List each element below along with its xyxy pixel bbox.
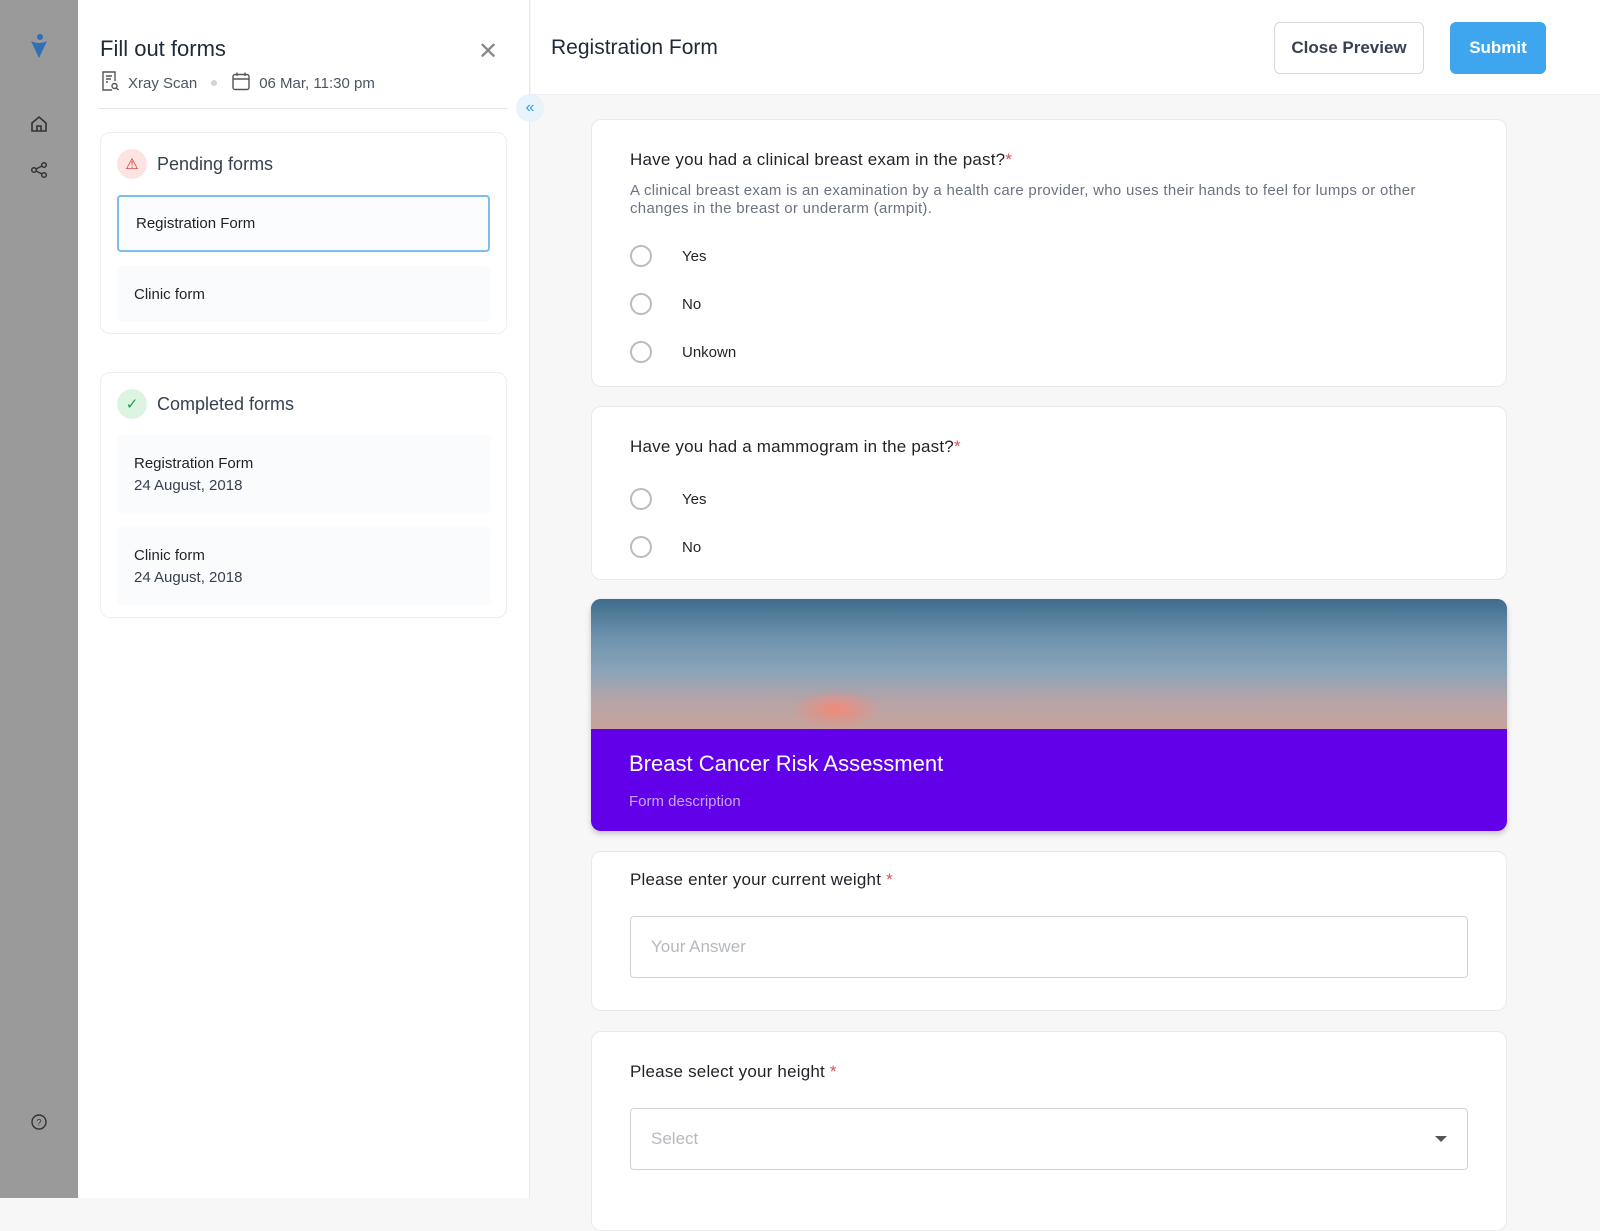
form-label: Registration Form — [134, 454, 254, 472]
required-marker: * — [829, 1062, 837, 1081]
completed-form-item[interactable]: Clinic form 24 August, 2018 — [117, 527, 490, 605]
question-card: Have you had a mammogram in the past?* Y… — [591, 406, 1507, 580]
appointment-datetime: 06 Mar, 11:30 pm — [259, 74, 375, 92]
panel-title: Fill out forms — [100, 36, 226, 61]
form-label: Clinic form — [134, 546, 205, 564]
form-banner: Breast Cancer Risk Assessment Form descr… — [591, 599, 1507, 831]
select-placeholder: Select — [651, 1129, 699, 1148]
completed-forms-title: Completed forms — [157, 393, 295, 414]
question-label: Have you had a mammogram in the past? — [630, 437, 954, 456]
chevron-down-icon — [1435, 1136, 1447, 1142]
forms-panel: Fill out forms ✕ Xray Scan 06 Mar, 11:30… — [78, 0, 530, 1198]
radio-option[interactable]: Unkown — [630, 328, 1468, 376]
option-label: Yes — [682, 490, 707, 508]
radio-circle[interactable] — [630, 341, 652, 363]
radio-circle[interactable] — [630, 245, 652, 267]
required-marker: * — [886, 870, 893, 889]
separator-dot — [211, 80, 218, 86]
exam-type: Xray Scan — [128, 74, 198, 92]
question-card: Have you had a clinical breast exam in t… — [591, 119, 1507, 387]
question-text: Have you had a mammogram in the past?* — [630, 437, 1468, 457]
nav-rail: ? — [0, 0, 78, 1198]
option-label: Yes — [682, 247, 707, 265]
close-preview-button[interactable]: Close Preview — [1274, 22, 1424, 74]
weight-question-card: Please enter your current weight * — [591, 851, 1507, 1011]
pending-form-item[interactable]: Clinic form — [117, 266, 490, 322]
logo-icon — [27, 34, 51, 58]
radio-option[interactable]: Yes — [630, 232, 1468, 280]
completed-form-item[interactable]: Registration Form 24 August, 2018 — [117, 435, 490, 513]
height-select[interactable]: Select — [630, 1108, 1468, 1170]
question-description: A clinical breast exam is an examination… — [630, 182, 1416, 217]
share-icon[interactable] — [27, 158, 51, 182]
question-label: Have you had a clinical breast exam in t… — [630, 150, 1006, 169]
radio-option[interactable]: No — [630, 280, 1468, 328]
required-marker: * — [953, 437, 961, 456]
banner-description: Form description — [629, 793, 741, 810]
option-label: No — [682, 295, 702, 313]
height-question-card: Please select your height * Select — [591, 1031, 1507, 1231]
question-label: Please enter your current weight — [630, 870, 882, 889]
weight-input[interactable] — [630, 916, 1468, 978]
pending-form-item[interactable]: Registration Form — [117, 195, 490, 252]
calendar-icon — [231, 71, 251, 95]
question-text: Please enter your current weight * — [630, 870, 1468, 890]
required-marker: * — [1005, 150, 1013, 169]
radio-circle[interactable] — [630, 536, 652, 558]
completed-forms-group: ✓ Completed forms Registration Form 24 Aug… — [100, 372, 507, 618]
question-label: Please select your height — [630, 1062, 825, 1081]
question-text: Please select your height * — [630, 1062, 1468, 1082]
form-date: 24 August, 2018 — [134, 476, 243, 494]
option-label: No — [682, 538, 702, 556]
form-date: 24 August, 2018 — [134, 568, 243, 586]
preview-header: Registration Form Close Preview Submit — [531, 0, 1600, 95]
svg-text:?: ? — [36, 1118, 41, 1128]
collapse-panel-button[interactable]: « — [516, 94, 544, 122]
banner-image — [591, 599, 1507, 729]
home-icon[interactable] — [27, 112, 51, 136]
option-label: Unkown — [682, 343, 737, 361]
check-icon: ✓ — [117, 389, 147, 419]
warning-icon: ⚠ — [117, 149, 147, 179]
document-search-icon — [100, 70, 120, 96]
radio-circle[interactable] — [630, 488, 652, 510]
appointment-meta: Xray Scan 06 Mar, 11:30 pm — [100, 70, 375, 96]
form-label: Registration Form — [136, 215, 256, 232]
radio-option[interactable]: Yes — [630, 475, 1468, 523]
pending-forms-title: Pending forms — [157, 153, 274, 174]
radio-option[interactable]: No — [630, 523, 1468, 571]
radio-circle[interactable] — [630, 293, 652, 315]
help-icon[interactable]: ? — [27, 1110, 51, 1134]
question-text: Have you had a clinical breast exam in t… — [630, 150, 1468, 170]
form-label: Clinic form — [134, 285, 205, 303]
form-title: Registration Form — [551, 36, 718, 59]
pending-forms-group: ⚠ Pending forms Registration Form Clinic … — [100, 132, 507, 334]
submit-button[interactable]: Submit — [1450, 22, 1546, 74]
banner-title: Breast Cancer Risk Assessment — [629, 751, 944, 776]
divider — [98, 108, 508, 109]
close-icon[interactable]: ✕ — [476, 40, 500, 64]
